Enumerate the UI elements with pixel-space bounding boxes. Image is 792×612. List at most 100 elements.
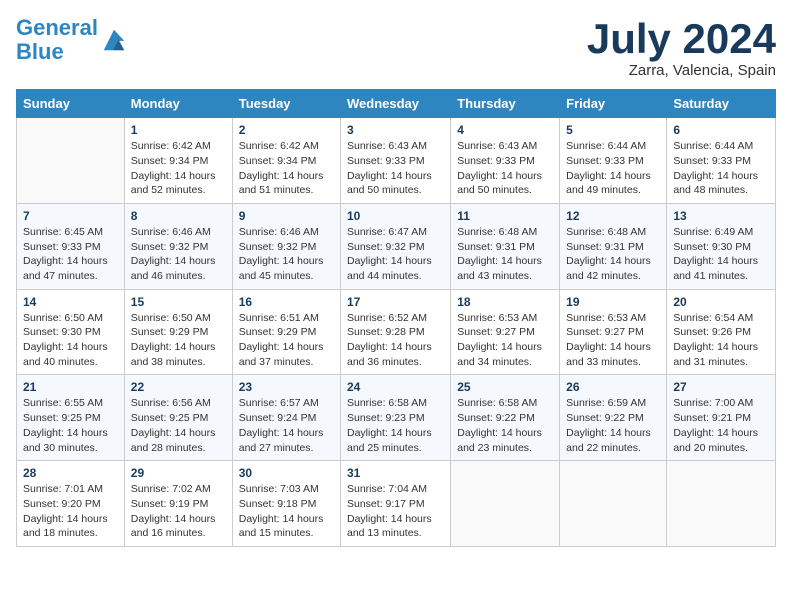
day-number: 6 bbox=[673, 123, 769, 137]
day-of-week-header: Tuesday bbox=[232, 90, 340, 118]
calendar-cell: 10 Sunrise: 6:47 AM Sunset: 9:32 PM Dayli… bbox=[341, 203, 451, 289]
day-info: Sunrise: 6:45 AM Sunset: 9:33 PM Dayligh… bbox=[23, 225, 118, 284]
day-number: 8 bbox=[131, 209, 226, 223]
day-info: Sunrise: 6:44 AM Sunset: 9:33 PM Dayligh… bbox=[566, 139, 660, 198]
day-number: 22 bbox=[131, 380, 226, 394]
day-info: Sunrise: 6:46 AM Sunset: 9:32 PM Dayligh… bbox=[239, 225, 334, 284]
month-title: July 2024 bbox=[587, 16, 776, 62]
calendar-cell: 25 Sunrise: 6:58 AM Sunset: 9:22 PM Dayli… bbox=[451, 375, 560, 461]
day-info: Sunrise: 6:52 AM Sunset: 9:28 PM Dayligh… bbox=[347, 311, 444, 370]
day-number: 3 bbox=[347, 123, 444, 137]
day-number: 14 bbox=[23, 295, 118, 309]
calendar-cell: 6 Sunrise: 6:44 AM Sunset: 9:33 PM Daylig… bbox=[667, 118, 776, 204]
day-of-week-header: Monday bbox=[124, 90, 232, 118]
day-number: 1 bbox=[131, 123, 226, 137]
day-number: 16 bbox=[239, 295, 334, 309]
calendar-week-row: 1 Sunrise: 6:42 AM Sunset: 9:34 PM Daylig… bbox=[17, 118, 776, 204]
calendar-cell: 3Sunrise: 6:43 AM Sunset: 9:33 PM Daylig… bbox=[341, 118, 451, 204]
calendar-cell: 24 Sunrise: 6:58 AM Sunset: 9:23 PM Dayli… bbox=[341, 375, 451, 461]
day-number: 29 bbox=[131, 466, 226, 480]
logo: General Blue bbox=[16, 16, 128, 64]
day-number: 23 bbox=[239, 380, 334, 394]
day-info: Sunrise: 6:42 AM Sunset: 9:34 PM Dayligh… bbox=[239, 139, 334, 198]
day-number: 10 bbox=[347, 209, 444, 223]
day-info: Sunrise: 7:02 AM Sunset: 9:19 PM Dayligh… bbox=[131, 482, 226, 541]
calendar-cell bbox=[451, 461, 560, 547]
day-info: Sunrise: 6:53 AM Sunset: 9:27 PM Dayligh… bbox=[566, 311, 660, 370]
day-number: 18 bbox=[457, 295, 553, 309]
day-number: 11 bbox=[457, 209, 553, 223]
calendar-cell: 5 Sunrise: 6:44 AM Sunset: 9:33 PM Daylig… bbox=[560, 118, 667, 204]
calendar-cell: 12 Sunrise: 6:48 AM Sunset: 9:31 PM Dayli… bbox=[560, 203, 667, 289]
calendar-cell: 20Sunrise: 6:54 AM Sunset: 9:26 PM Dayli… bbox=[667, 289, 776, 375]
day-info: Sunrise: 6:58 AM Sunset: 9:23 PM Dayligh… bbox=[347, 396, 444, 455]
day-info: Sunrise: 6:55 AM Sunset: 9:25 PM Dayligh… bbox=[23, 396, 118, 455]
calendar-cell: 21 Sunrise: 6:55 AM Sunset: 9:25 PM Dayli… bbox=[17, 375, 125, 461]
logo-text: General Blue bbox=[16, 16, 98, 64]
day-info: Sunrise: 6:51 AM Sunset: 9:29 PM Dayligh… bbox=[239, 311, 334, 370]
day-number: 25 bbox=[457, 380, 553, 394]
day-info: Sunrise: 6:48 AM Sunset: 9:31 PM Dayligh… bbox=[457, 225, 553, 284]
calendar-cell: 31 Sunrise: 7:04 AM Sunset: 9:17 PM Dayli… bbox=[341, 461, 451, 547]
day-info: Sunrise: 6:43 AM Sunset: 9:33 PM Dayligh… bbox=[457, 139, 553, 198]
day-number: 15 bbox=[131, 295, 226, 309]
logo-line1: General bbox=[16, 15, 98, 40]
day-number: 31 bbox=[347, 466, 444, 480]
day-number: 2 bbox=[239, 123, 334, 137]
calendar-cell: 2 Sunrise: 6:42 AM Sunset: 9:34 PM Daylig… bbox=[232, 118, 340, 204]
day-info: Sunrise: 6:50 AM Sunset: 9:30 PM Dayligh… bbox=[23, 311, 118, 370]
day-number: 7 bbox=[23, 209, 118, 223]
day-of-week-header: Thursday bbox=[451, 90, 560, 118]
title-area: July 2024 Zarra, Valencia, Spain bbox=[587, 16, 776, 79]
day-info: Sunrise: 7:03 AM Sunset: 9:18 PM Dayligh… bbox=[239, 482, 334, 541]
day-info: Sunrise: 6:44 AM Sunset: 9:33 PM Dayligh… bbox=[673, 139, 769, 198]
calendar-cell: 28 Sunrise: 7:01 AM Sunset: 9:20 PM Dayli… bbox=[17, 461, 125, 547]
day-number: 17 bbox=[347, 295, 444, 309]
day-number: 28 bbox=[23, 466, 118, 480]
calendar-cell bbox=[667, 461, 776, 547]
calendar-table: SundayMondayTuesdayWednesdayThursdayFrid… bbox=[16, 89, 776, 547]
calendar-week-row: 21 Sunrise: 6:55 AM Sunset: 9:25 PM Dayli… bbox=[17, 375, 776, 461]
day-info: Sunrise: 6:59 AM Sunset: 9:22 PM Dayligh… bbox=[566, 396, 660, 455]
day-info: Sunrise: 6:48 AM Sunset: 9:31 PM Dayligh… bbox=[566, 225, 660, 284]
day-info: Sunrise: 7:04 AM Sunset: 9:17 PM Dayligh… bbox=[347, 482, 444, 541]
day-number: 21 bbox=[23, 380, 118, 394]
calendar-header: SundayMondayTuesdayWednesdayThursdayFrid… bbox=[17, 90, 776, 118]
calendar-cell: 7 Sunrise: 6:45 AM Sunset: 9:33 PM Daylig… bbox=[17, 203, 125, 289]
day-number: 9 bbox=[239, 209, 334, 223]
day-number: 19 bbox=[566, 295, 660, 309]
day-info: Sunrise: 6:50 AM Sunset: 9:29 PM Dayligh… bbox=[131, 311, 226, 370]
header-row: SundayMondayTuesdayWednesdayThursdayFrid… bbox=[17, 90, 776, 118]
day-info: Sunrise: 6:42 AM Sunset: 9:34 PM Dayligh… bbox=[131, 139, 226, 198]
calendar-cell: 11 Sunrise: 6:48 AM Sunset: 9:31 PM Dayli… bbox=[451, 203, 560, 289]
calendar-week-row: 7 Sunrise: 6:45 AM Sunset: 9:33 PM Daylig… bbox=[17, 203, 776, 289]
logo-icon bbox=[100, 26, 128, 54]
calendar-cell: 18 Sunrise: 6:53 AM Sunset: 9:27 PM Dayli… bbox=[451, 289, 560, 375]
logo-line2: Blue bbox=[16, 39, 64, 64]
page-header: General Blue July 2024 Zarra, Valencia, … bbox=[16, 16, 776, 79]
calendar-cell: 9 Sunrise: 6:46 AM Sunset: 9:32 PM Daylig… bbox=[232, 203, 340, 289]
day-info: Sunrise: 7:00 AM Sunset: 9:21 PM Dayligh… bbox=[673, 396, 769, 455]
location-subtitle: Zarra, Valencia, Spain bbox=[587, 62, 776, 79]
calendar-cell: 22 Sunrise: 6:56 AM Sunset: 9:25 PM Dayli… bbox=[124, 375, 232, 461]
calendar-cell: 4Sunrise: 6:43 AM Sunset: 9:33 PM Daylig… bbox=[451, 118, 560, 204]
day-info: Sunrise: 6:56 AM Sunset: 9:25 PM Dayligh… bbox=[131, 396, 226, 455]
calendar-cell bbox=[560, 461, 667, 547]
day-of-week-header: Friday bbox=[560, 90, 667, 118]
calendar-week-row: 28 Sunrise: 7:01 AM Sunset: 9:20 PM Dayli… bbox=[17, 461, 776, 547]
day-info: Sunrise: 6:47 AM Sunset: 9:32 PM Dayligh… bbox=[347, 225, 444, 284]
day-info: Sunrise: 6:54 AM Sunset: 9:26 PM Dayligh… bbox=[673, 311, 769, 370]
day-info: Sunrise: 6:58 AM Sunset: 9:22 PM Dayligh… bbox=[457, 396, 553, 455]
day-number: 12 bbox=[566, 209, 660, 223]
day-number: 30 bbox=[239, 466, 334, 480]
day-info: Sunrise: 6:49 AM Sunset: 9:30 PM Dayligh… bbox=[673, 225, 769, 284]
day-number: 5 bbox=[566, 123, 660, 137]
day-number: 24 bbox=[347, 380, 444, 394]
calendar-cell bbox=[17, 118, 125, 204]
calendar-cell: 14 Sunrise: 6:50 AM Sunset: 9:30 PM Dayli… bbox=[17, 289, 125, 375]
day-of-week-header: Wednesday bbox=[341, 90, 451, 118]
day-number: 27 bbox=[673, 380, 769, 394]
day-info: Sunrise: 7:01 AM Sunset: 9:20 PM Dayligh… bbox=[23, 482, 118, 541]
day-of-week-header: Sunday bbox=[17, 90, 125, 118]
day-info: Sunrise: 6:53 AM Sunset: 9:27 PM Dayligh… bbox=[457, 311, 553, 370]
